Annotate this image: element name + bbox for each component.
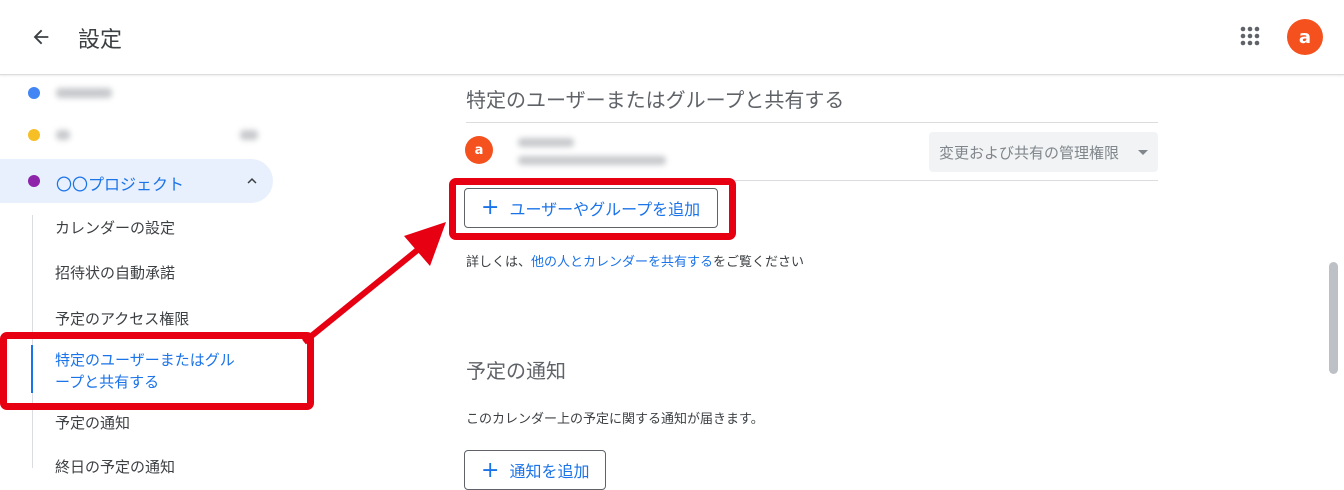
annotation-arrow <box>302 222 446 345</box>
